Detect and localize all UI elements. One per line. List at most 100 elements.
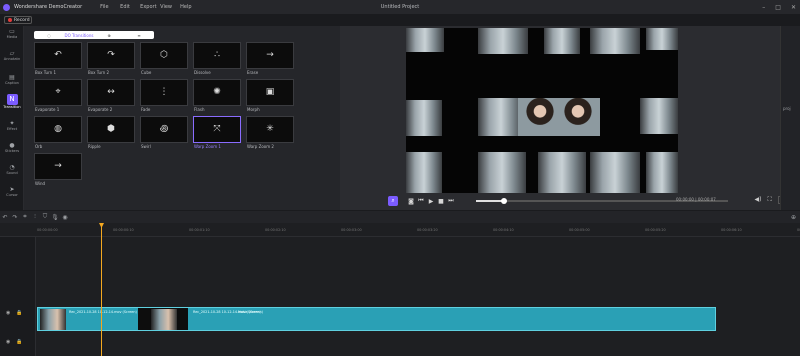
sidebar-item-effect[interactable]: ✦ Effect (0, 120, 24, 131)
mic-icon[interactable]: 🎙 (50, 214, 60, 221)
previous-frame-icon[interactable]: ⏮ (416, 197, 426, 205)
transition-item[interactable]: → Wind (34, 153, 82, 193)
marker-icon[interactable]: ⛉ (40, 213, 50, 221)
transition-label: Cube (141, 70, 152, 75)
tab-list[interactable]: ≡ (124, 33, 154, 38)
video-tile (406, 100, 442, 136)
transition-item[interactable]: ⌖ Evaporate 1 (34, 79, 82, 119)
menu-export[interactable]: Export (140, 4, 160, 10)
transition-thumbnail: ⤧ (193, 116, 241, 143)
playhead[interactable] (101, 223, 102, 356)
annotation-icon: ▱ (9, 50, 15, 57)
ruler-tick-label: 00:00:02:10 (265, 228, 286, 232)
camera-icon[interactable]: ◉ (60, 214, 70, 221)
video-tile (556, 98, 600, 136)
sidebar-item-caption[interactable]: ▤ Caption (0, 74, 24, 85)
maximize-icon[interactable]: □ (775, 4, 781, 11)
effect-icon: ✦ (9, 120, 15, 127)
properties-panel: proj (780, 26, 800, 210)
menu-view[interactable]: View (160, 4, 180, 10)
record-button[interactable]: Record (4, 16, 32, 24)
transition-item[interactable]: → Erase (246, 42, 294, 82)
transition-item[interactable]: ↔ Evaporate 2 (87, 79, 135, 119)
timeline-clip[interactable]: Rec_2021-10-28 10-12-14.mov (Screen) Rec… (37, 307, 716, 331)
sidebar-item-sound[interactable]: ◔ Sound (0, 164, 24, 175)
transition-item[interactable]: ✺ Flash (193, 79, 241, 119)
transition-item[interactable]: ⋮ Fade (140, 79, 188, 119)
title-bar: Wondershare DemoCreator File Edit Export… (0, 0, 800, 14)
fullscreen-icon[interactable]: ⛶ (768, 196, 772, 204)
transition-item[interactable]: ✳ Warp Zoom 2 (246, 116, 294, 156)
sidebar-item-cursor[interactable]: ➤ Cursor (0, 186, 24, 197)
transition-thumbnail: ✳ (246, 116, 294, 143)
transition-label: Evaporate 2 (88, 107, 113, 112)
window-controls: – □ ✕ (762, 4, 796, 11)
play-icon[interactable]: ▶ (426, 198, 436, 205)
tab-recent[interactable]: ◌ (34, 33, 64, 38)
sidebar-item-transition[interactable]: N Transition (0, 94, 24, 109)
track-lock-icon[interactable]: 🔒 (16, 310, 22, 316)
transition-item[interactable]: ∴ Dissolve (193, 42, 241, 82)
snapshot-icon[interactable]: ◙ (406, 198, 416, 205)
transition-thumbnail: ◍ (34, 116, 82, 143)
transition-label: Box Turn 2 (88, 70, 110, 75)
transition-item[interactable]: ⬡ Cube (140, 42, 188, 82)
sidebar-item-annotation[interactable]: ▱ Annotatn (0, 50, 24, 61)
transition-item[interactable]: ↷ Box Turn 2 (87, 42, 135, 82)
track2-lock-icon[interactable]: 🔒 (16, 339, 22, 345)
transition-item[interactable]: ⤧ Warp Zoom 1 (193, 116, 241, 156)
transition-thumbnail: ⌖ (34, 79, 82, 106)
transition-label: Dissolve (194, 70, 211, 75)
progress-knob[interactable] (500, 198, 507, 204)
timecode: 00:00:00 | 00:00:07 (676, 197, 716, 202)
menu-help[interactable]: Help (180, 4, 200, 10)
transition-label: Box Turn 1 (35, 70, 57, 75)
ruler-tick-label: 00:00:00:00 (37, 228, 58, 232)
transition-item[interactable]: ▣ Morph (246, 79, 294, 119)
properties-text: proj (783, 106, 791, 111)
timeline-zoom-icon[interactable]: ⊕ (791, 214, 796, 221)
sound-icon: ◔ (9, 164, 15, 171)
transition-label: Swirl (141, 144, 151, 149)
timeline-ruler: 00:00:00:00 00:00:00:10 00:00:01:10 00:00:0… (0, 223, 800, 237)
stop-icon[interactable]: ■ (436, 198, 446, 205)
transition-item[interactable]: ↶ Box Turn 1 (34, 42, 82, 82)
split-icon[interactable]: ⫶ (30, 213, 40, 221)
transition-label: Flash (194, 107, 205, 112)
transition-thumbnail: ✺ (193, 79, 241, 106)
transition-item[interactable]: ◍ Orb (34, 116, 82, 156)
redo-icon[interactable]: ↷ (10, 214, 20, 221)
minimize-icon[interactable]: – (762, 4, 765, 11)
volume-icon[interactable]: ◀) (755, 196, 762, 204)
sticker-icon: ● (9, 142, 15, 149)
zoom-icon[interactable]: ⌕ (388, 196, 398, 206)
video-tile (640, 98, 678, 134)
sidebar-item-media[interactable]: ▭ Media (0, 28, 24, 39)
tab-favorites[interactable]: ⊕ (94, 33, 124, 38)
menu-file[interactable]: File (100, 4, 120, 10)
close-icon[interactable]: ✕ (791, 4, 796, 11)
sidebar: ▭ Media ▱ Annotatn ▤ Caption N Transition ✦ E… (0, 26, 24, 210)
ruler-tick-label: 00:00:06:10 (721, 228, 742, 232)
transition-item[interactable]: ⬢ Ripple (87, 116, 135, 156)
transition-label: Warp Zoom 1 (194, 144, 221, 149)
transition-label: Wind (35, 181, 46, 186)
tab-transitions[interactable]: DO Transitions (64, 32, 94, 38)
undo-icon[interactable]: ↶ (0, 214, 10, 221)
track2-eye-icon[interactable]: ◉ (6, 339, 10, 345)
next-frame-icon[interactable]: ⏭ (446, 197, 456, 205)
track-eye-icon[interactable]: ◉ (6, 310, 10, 316)
video-preview (406, 28, 678, 193)
transition-item[interactable]: ꩜ Swirl (140, 116, 188, 156)
record-bar: Record (0, 14, 800, 26)
transition-thumbnail: ↶ (34, 42, 82, 69)
crop-icon[interactable]: ⌗ (20, 213, 30, 221)
timeline-toolbar: ↶ ↷ ⌗ ⫶ ⛉ 🎙 ◉ ⊕ (0, 210, 800, 223)
sidebar-item-stickers[interactable]: ● Stickers (0, 142, 24, 153)
video-tile (544, 28, 580, 54)
transition-thumbnail: ꩜ (140, 116, 188, 143)
transition-thumbnail: ↔ (87, 79, 135, 106)
video-tile (538, 152, 586, 193)
menu-edit[interactable]: Edit (120, 4, 140, 10)
transition-icon: N (6, 94, 18, 105)
